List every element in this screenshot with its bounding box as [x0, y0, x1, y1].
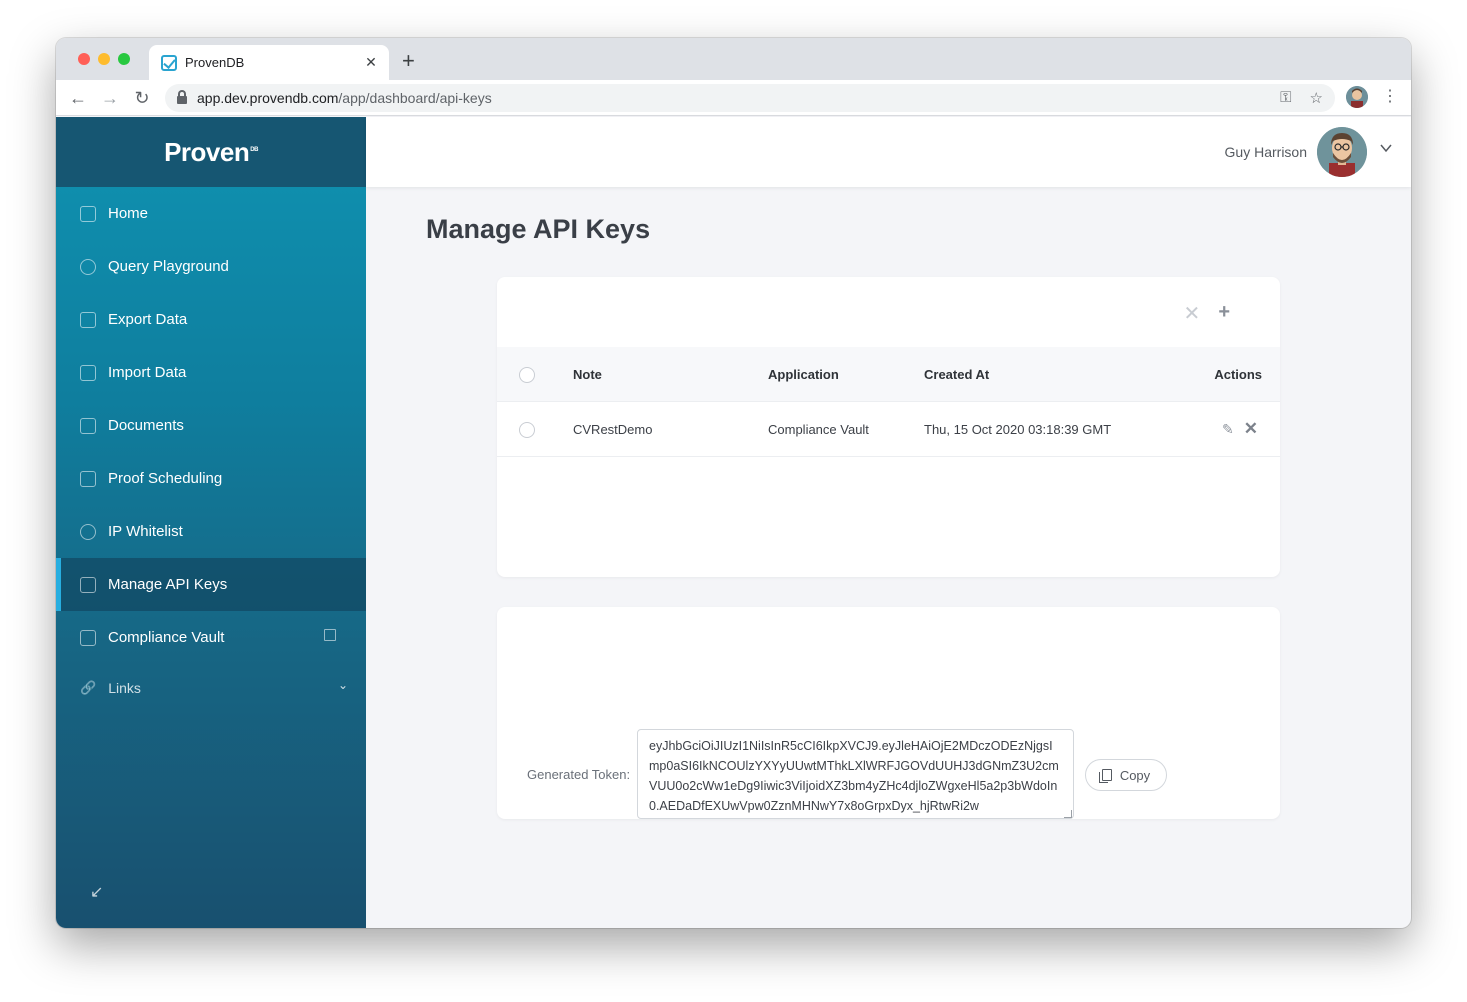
link-icon: 🔗: [80, 680, 97, 695]
minimize-window-button[interactable]: [98, 53, 110, 65]
forward-arrow-icon[interactable]: →: [98, 86, 122, 110]
tab-strip: ProvenDB ✕ +: [56, 38, 1411, 80]
edit-pencil-icon[interactable]: ✎: [1222, 421, 1234, 438]
generated-token-card: Generated Token: eyJhbGciOiJIUzI1NiIsInR…: [497, 607, 1280, 819]
resize-handle-icon[interactable]: [1064, 810, 1072, 818]
collapse-sidebar-icon[interactable]: ↙: [90, 882, 103, 902]
vault-icon: [80, 629, 96, 646]
sidebar-links-toggle[interactable]: 🔗 Links ⌄: [56, 664, 366, 712]
sidebar-item-label: Export Data: [108, 311, 188, 328]
table-actions: ✕ +: [1184, 301, 1230, 326]
sidebar-item-query-playground[interactable]: Query Playground: [56, 240, 366, 293]
table-row[interactable]: CVRestDemo Compliance Vault Thu, 15 Oct …: [497, 402, 1280, 457]
key-icon: [80, 576, 96, 593]
copy-token-button[interactable]: Copy: [1085, 759, 1167, 791]
sidebar-item-manage-api-keys[interactable]: Manage API Keys: [56, 558, 366, 611]
documents-icon: [80, 417, 96, 434]
column-header-created-at[interactable]: Created At: [924, 367, 989, 382]
tab-close-icon[interactable]: ✕: [363, 54, 379, 71]
row-note: CVRestDemo: [573, 422, 653, 437]
sidebar-item-export-data[interactable]: Export Data: [56, 293, 366, 346]
new-tab-button[interactable]: +: [402, 50, 415, 72]
profile-avatar-icon: [1346, 86, 1368, 108]
sidebar-item-import-data[interactable]: Import Data: [56, 346, 366, 399]
generated-token-label: Generated Token:: [527, 767, 631, 782]
back-arrow-icon[interactable]: ←: [66, 86, 90, 110]
calendar-icon: [80, 470, 96, 487]
sidebar: ProvenDB Home Query Playground Export Da…: [56, 117, 366, 928]
row-actions: ✎ ✕: [1222, 419, 1258, 439]
close-window-button[interactable]: [78, 53, 90, 65]
select-all-radio[interactable]: [519, 367, 535, 383]
import-icon: [80, 364, 96, 381]
home-icon: [80, 205, 96, 222]
sidebar-item-label: Manage API Keys: [108, 576, 228, 593]
page-title: Manage API Keys: [426, 214, 651, 244]
sidebar-item-label: Proof Scheduling: [108, 470, 223, 487]
provendb-logo[interactable]: ProvenDB: [164, 137, 258, 168]
api-keys-table-card: ✕ + Note Application Created At Actions …: [497, 277, 1280, 577]
add-key-icon[interactable]: +: [1218, 301, 1230, 326]
row-created-at: Thu, 15 Oct 2020 03:18:39 GMT: [924, 422, 1112, 437]
browser-toolbar: ← → ↻ app.dev.provendb.com/app/dashboard…: [56, 80, 1411, 116]
table-header: Note Application Created At Actions: [497, 347, 1280, 402]
clear-icon[interactable]: ✕: [1184, 301, 1201, 326]
window-controls: [78, 53, 130, 65]
column-header-application[interactable]: Application: [768, 367, 839, 382]
tab-title: ProvenDB: [185, 55, 245, 70]
url-text: app.dev.provendb.com/app/dashboard/api-k…: [197, 90, 492, 106]
row-application: Compliance Vault: [768, 422, 869, 437]
chevron-down-icon[interactable]: [1379, 141, 1393, 155]
app-header: Guy Harrison: [366, 117, 1411, 187]
generated-token-field[interactable]: eyJhbGciOiJIUzI1NiIsInR5cCI6IkpXVCJ9.eyJ…: [637, 729, 1074, 819]
browser-window: ProvenDB ✕ + ← → ↻ app.dev.provendb.com/…: [56, 38, 1411, 928]
sidebar-item-home[interactable]: Home: [56, 187, 366, 240]
sidebar-nav: Home Query Playground Export Data Import…: [56, 187, 366, 664]
sidebar-item-ip-whitelist[interactable]: IP Whitelist: [56, 505, 366, 558]
column-header-note[interactable]: Note: [573, 367, 602, 382]
browser-menu-icon[interactable]: ⋮: [1382, 86, 1398, 106]
reload-icon[interactable]: ↻: [130, 86, 154, 110]
browser-tab[interactable]: ProvenDB ✕: [149, 45, 389, 80]
lock-icon[interactable]: [177, 90, 187, 104]
omnibox-actions: ⚿ ☆: [1280, 89, 1323, 107]
copy-button-label: Copy: [1119, 767, 1151, 783]
column-header-actions: Actions: [1214, 367, 1262, 382]
sidebar-item-label: Query Playground: [108, 258, 229, 275]
sidebar-item-label: Import Data: [108, 364, 187, 381]
play-circle-icon: [80, 258, 96, 275]
external-link-icon: [324, 629, 336, 641]
star-icon[interactable]: ☆: [1310, 89, 1323, 107]
brand-header: ProvenDB: [56, 117, 366, 187]
maximize-window-button[interactable]: [118, 53, 130, 65]
export-icon: [80, 311, 96, 328]
user-avatar-icon: [1317, 127, 1367, 177]
copy-icon: [1098, 769, 1112, 783]
chevron-down-icon: ⌄: [337, 678, 348, 692]
address-bar[interactable]: app.dev.provendb.com/app/dashboard/api-k…: [165, 84, 1335, 112]
sidebar-item-label: Compliance Vault: [108, 629, 225, 646]
sidebar-item-label: IP Whitelist: [108, 523, 183, 540]
location-pin-icon: [80, 523, 96, 540]
user-name[interactable]: Guy Harrison: [1225, 144, 1307, 160]
sidebar-item-label: Documents: [108, 417, 184, 434]
delete-icon[interactable]: ✕: [1244, 419, 1258, 439]
sidebar-item-label: Home: [108, 205, 149, 222]
row-select-radio[interactable]: [519, 422, 535, 438]
sidebar-item-proof-scheduling[interactable]: Proof Scheduling: [56, 452, 366, 505]
profile-avatar[interactable]: [1346, 86, 1368, 108]
key-icon[interactable]: ⚿: [1280, 89, 1291, 107]
user-avatar[interactable]: [1317, 127, 1367, 177]
provendb-favicon-icon: [161, 54, 177, 71]
links-label: Links: [108, 680, 141, 696]
sidebar-item-compliance-vault[interactable]: Compliance Vault: [56, 611, 366, 664]
sidebar-item-documents[interactable]: Documents: [56, 399, 366, 452]
